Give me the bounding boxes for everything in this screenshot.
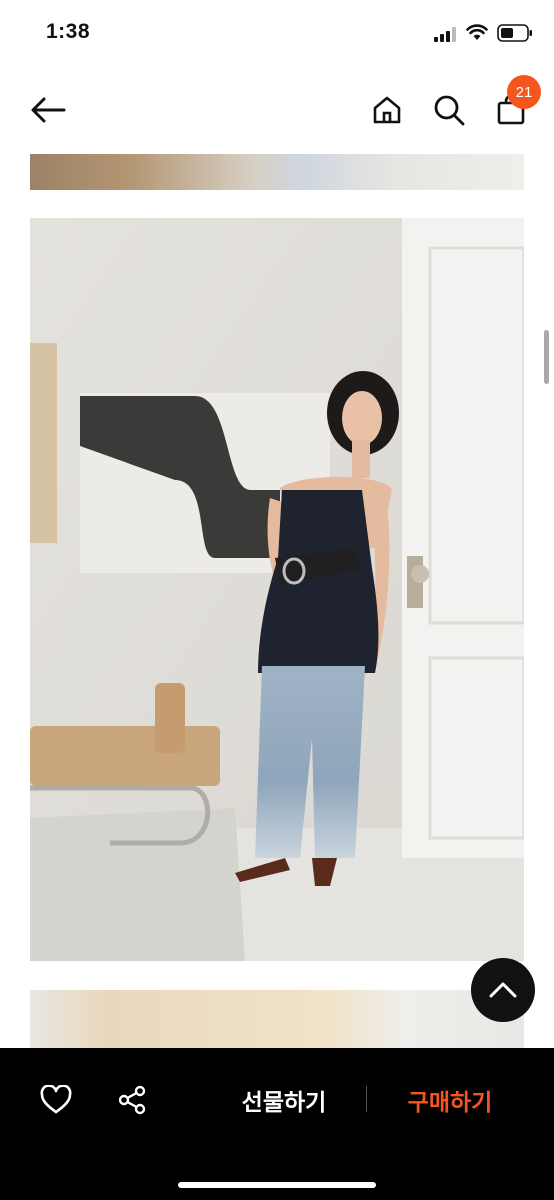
home-icon [373, 96, 401, 124]
button-divider [366, 1086, 367, 1112]
bottom-action-bar: 선물하기 구매하기 [0, 1048, 554, 1200]
home-button[interactable] [366, 90, 408, 130]
share-button[interactable] [112, 1080, 152, 1120]
battery-icon [497, 24, 532, 42]
arrow-left-icon [31, 97, 66, 123]
share-icon [118, 1085, 146, 1115]
app-screen: 1:38 21 선물하기 구매하기 [0, 0, 554, 1200]
buy-button[interactable]: 구매하기 [388, 1078, 512, 1122]
status-time: 1:38 [46, 20, 91, 43]
home-indicator[interactable] [178, 1182, 376, 1188]
search-button[interactable] [428, 90, 470, 130]
gift-button[interactable]: 선물하기 [222, 1078, 346, 1122]
signal-icon [434, 27, 456, 42]
scroll-to-top-button[interactable] [471, 958, 535, 1022]
scrollbar[interactable] [544, 330, 549, 384]
product-photo-main [30, 218, 524, 961]
product-photo-top [30, 154, 524, 190]
product-photo [30, 218, 524, 961]
top-nav-bar [0, 70, 554, 150]
heart-icon [40, 1085, 72, 1114]
status-bar: 1:38 [0, 0, 554, 70]
back-button[interactable] [26, 90, 70, 130]
product-photo-bottom [30, 990, 524, 1050]
wifi-icon [466, 24, 488, 40]
search-icon [434, 95, 465, 126]
cart-count-badge: 21 [507, 75, 541, 109]
like-button[interactable] [36, 1080, 76, 1120]
chevron-up-icon [489, 982, 517, 998]
